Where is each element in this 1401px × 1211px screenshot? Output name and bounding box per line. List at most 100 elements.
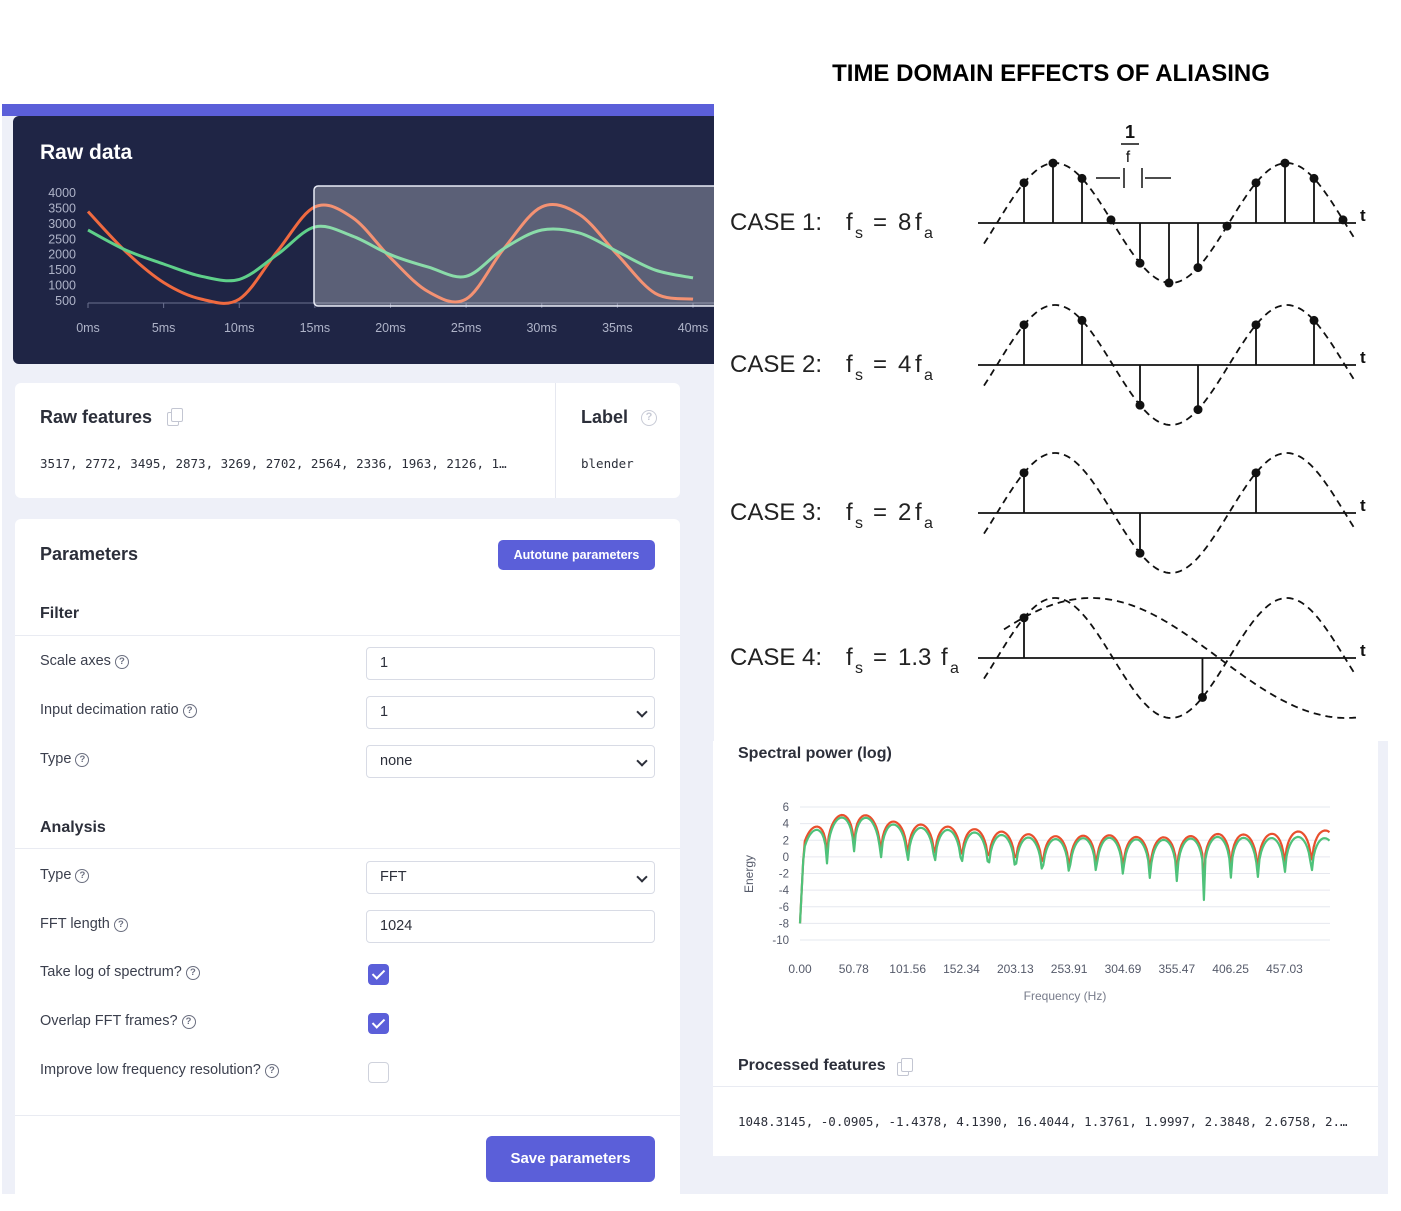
raw-y-tick-label: 3000 xyxy=(48,217,76,231)
scale-axes-input[interactable]: 1 xyxy=(366,647,655,680)
analysis-type-label: Type? xyxy=(40,867,90,883)
sample-dot xyxy=(1106,215,1116,225)
equals-sign: = xyxy=(873,644,887,671)
sample-dot xyxy=(1019,613,1029,623)
equals-sign: = xyxy=(873,209,887,236)
help-icon[interactable]: ? xyxy=(641,410,657,426)
sample-dot xyxy=(1309,173,1319,183)
processed-features-title: Processed features xyxy=(738,1057,886,1074)
fa-subscript: a xyxy=(924,225,933,242)
spectral-y-tick-label: 2 xyxy=(783,835,789,847)
aliasing-figure-title: TIME DOMAIN EFFECTS OF ALIASING xyxy=(832,60,1270,87)
spectral-x-tick-label: 253.91 xyxy=(1051,962,1088,976)
chevron-down-icon xyxy=(636,706,648,718)
copy-icon[interactable] xyxy=(897,1058,913,1076)
case-label: CASE 3: xyxy=(730,499,822,526)
copy-icon[interactable] xyxy=(167,408,183,426)
raw-y-tick-label: 4000 xyxy=(48,186,76,200)
sample-dot xyxy=(1193,263,1203,273)
raw-x-tick-label: 25ms xyxy=(451,321,482,335)
parameters-title: Parameters xyxy=(40,544,139,564)
help-icon[interactable]: ? xyxy=(181,1015,196,1029)
features-divider xyxy=(555,383,556,498)
filter-heading: Filter xyxy=(40,605,80,622)
case-label: CASE 4: xyxy=(730,644,822,671)
aliasing-diagram: CASE 1: f s = 8 f atCASE 2: f s = 4 f atCASE 3: f s = 2 f… xyxy=(730,122,1366,719)
help-icon[interactable]: ? xyxy=(114,655,129,669)
ratio-value: 4 xyxy=(898,351,911,378)
case-label: CASE 1: xyxy=(730,209,822,236)
case-label: CASE 2: xyxy=(730,351,822,378)
help-icon[interactable]: ? xyxy=(185,966,200,980)
fa-symbol: f xyxy=(915,351,922,378)
analysis-type-select[interactable]: FFT xyxy=(366,861,655,894)
help-icon[interactable]: ? xyxy=(75,869,90,883)
spectral-x-tick-label: 457.03 xyxy=(1266,962,1303,976)
divider xyxy=(15,635,680,636)
chevron-down-icon xyxy=(636,755,648,767)
sample-dot xyxy=(1193,405,1203,415)
spectral-y-axis-title: Energy xyxy=(742,855,756,893)
spectral-y-tick-label: 6 xyxy=(783,802,789,814)
fa-symbol: f xyxy=(915,209,922,236)
sample-dot xyxy=(1077,173,1087,183)
autotune-parameters-button[interactable]: Autotune parameters xyxy=(498,540,655,570)
period-label-numerator: 1 xyxy=(1125,122,1135,142)
equals-sign: = xyxy=(873,499,887,526)
sample-dot xyxy=(1019,178,1029,188)
take-log-checkbox[interactable] xyxy=(368,964,389,985)
raw-y-tick-label: 500 xyxy=(55,294,76,308)
help-icon[interactable]: ? xyxy=(75,753,90,767)
sample-dot xyxy=(1309,315,1319,325)
period-label-denominator: f xyxy=(1126,149,1131,166)
analysis-heading: Analysis xyxy=(40,819,106,836)
spectral-y-tick-label: 0 xyxy=(783,852,789,864)
raw-y-tick-label: 3500 xyxy=(48,201,76,215)
fa-symbol: f xyxy=(941,644,948,671)
fa-subscript: a xyxy=(950,660,959,677)
ratio-value: 8 xyxy=(898,209,911,236)
input-decimation-ratio-select[interactable]: 1 xyxy=(366,696,655,729)
top-accent-bar xyxy=(2,104,714,116)
scale-axes-label: Scale axes? xyxy=(40,653,129,669)
help-icon[interactable]: ? xyxy=(113,918,128,932)
time-axis-label: t xyxy=(1360,496,1366,515)
filter-type-select[interactable]: none xyxy=(366,745,655,778)
raw-data-chart[interactable]: 40003500 30002500 20001500 10005000ms 5ms 10m… xyxy=(13,116,714,364)
parameters-card: Parameters Autotune parameters Filter Sc… xyxy=(15,519,680,1194)
raw-x-tick-label: 5ms xyxy=(152,321,176,335)
raw-x-tick-label: 0ms xyxy=(76,321,100,335)
spectral-power-card: Spectral power (log) 6 4 2 0 -2 -4 -6 -8 -10 Ener… xyxy=(713,741,1378,1156)
fs-symbol: f xyxy=(846,209,853,236)
ratio-value: 2 xyxy=(898,499,911,526)
raw-x-tick-label: 30ms xyxy=(526,321,557,335)
spectral-x-tick-label: 406.25 xyxy=(1212,962,1249,976)
spectral-y-tick-label: 4 xyxy=(783,819,790,831)
spectral-power-chart[interactable]: 6 4 2 0 -2 -4 -6 -8 -10 Energy 0.00 50.78 101.56 152.… xyxy=(713,741,1378,1041)
sample-dot xyxy=(1019,320,1029,330)
sample-dot xyxy=(1077,315,1087,325)
fft-length-input[interactable]: 1024 xyxy=(366,910,655,943)
spectral-x-tick-label: 101.56 xyxy=(889,962,926,976)
raw-y-tick-label: 1500 xyxy=(48,263,76,277)
sample-dot xyxy=(1135,400,1145,410)
raw-y-tick-label: 1000 xyxy=(48,279,76,293)
sample-dot xyxy=(1222,221,1232,231)
sample-dot xyxy=(1251,178,1261,188)
raw-y-tick-label: 2000 xyxy=(48,248,76,262)
chevron-down-icon xyxy=(636,871,648,883)
spectral-x-tick-label: 152.34 xyxy=(943,962,980,976)
raw-x-tick-label: 10ms xyxy=(224,321,255,335)
save-parameters-button[interactable]: Save parameters xyxy=(486,1136,655,1182)
help-icon[interactable]: ? xyxy=(264,1064,279,1078)
overlap-fft-checkbox[interactable] xyxy=(368,1013,389,1034)
raw-x-tick-label: 40ms xyxy=(678,321,709,335)
fs-subscript: s xyxy=(855,660,863,677)
help-icon[interactable]: ? xyxy=(182,704,197,718)
improve-low-frequency-checkbox[interactable] xyxy=(368,1062,389,1083)
raw-x-tick-label: 15ms xyxy=(300,321,331,335)
sample-dot xyxy=(1019,468,1029,478)
raw-features-values: 3517, 2772, 3495, 2873, 3269, 2702, 2564… xyxy=(40,456,507,471)
raw-features-card: Raw features 3517, 2772, 3495, 2873, 326… xyxy=(15,383,680,498)
spectral-x-tick-label: 355.47 xyxy=(1158,962,1195,976)
